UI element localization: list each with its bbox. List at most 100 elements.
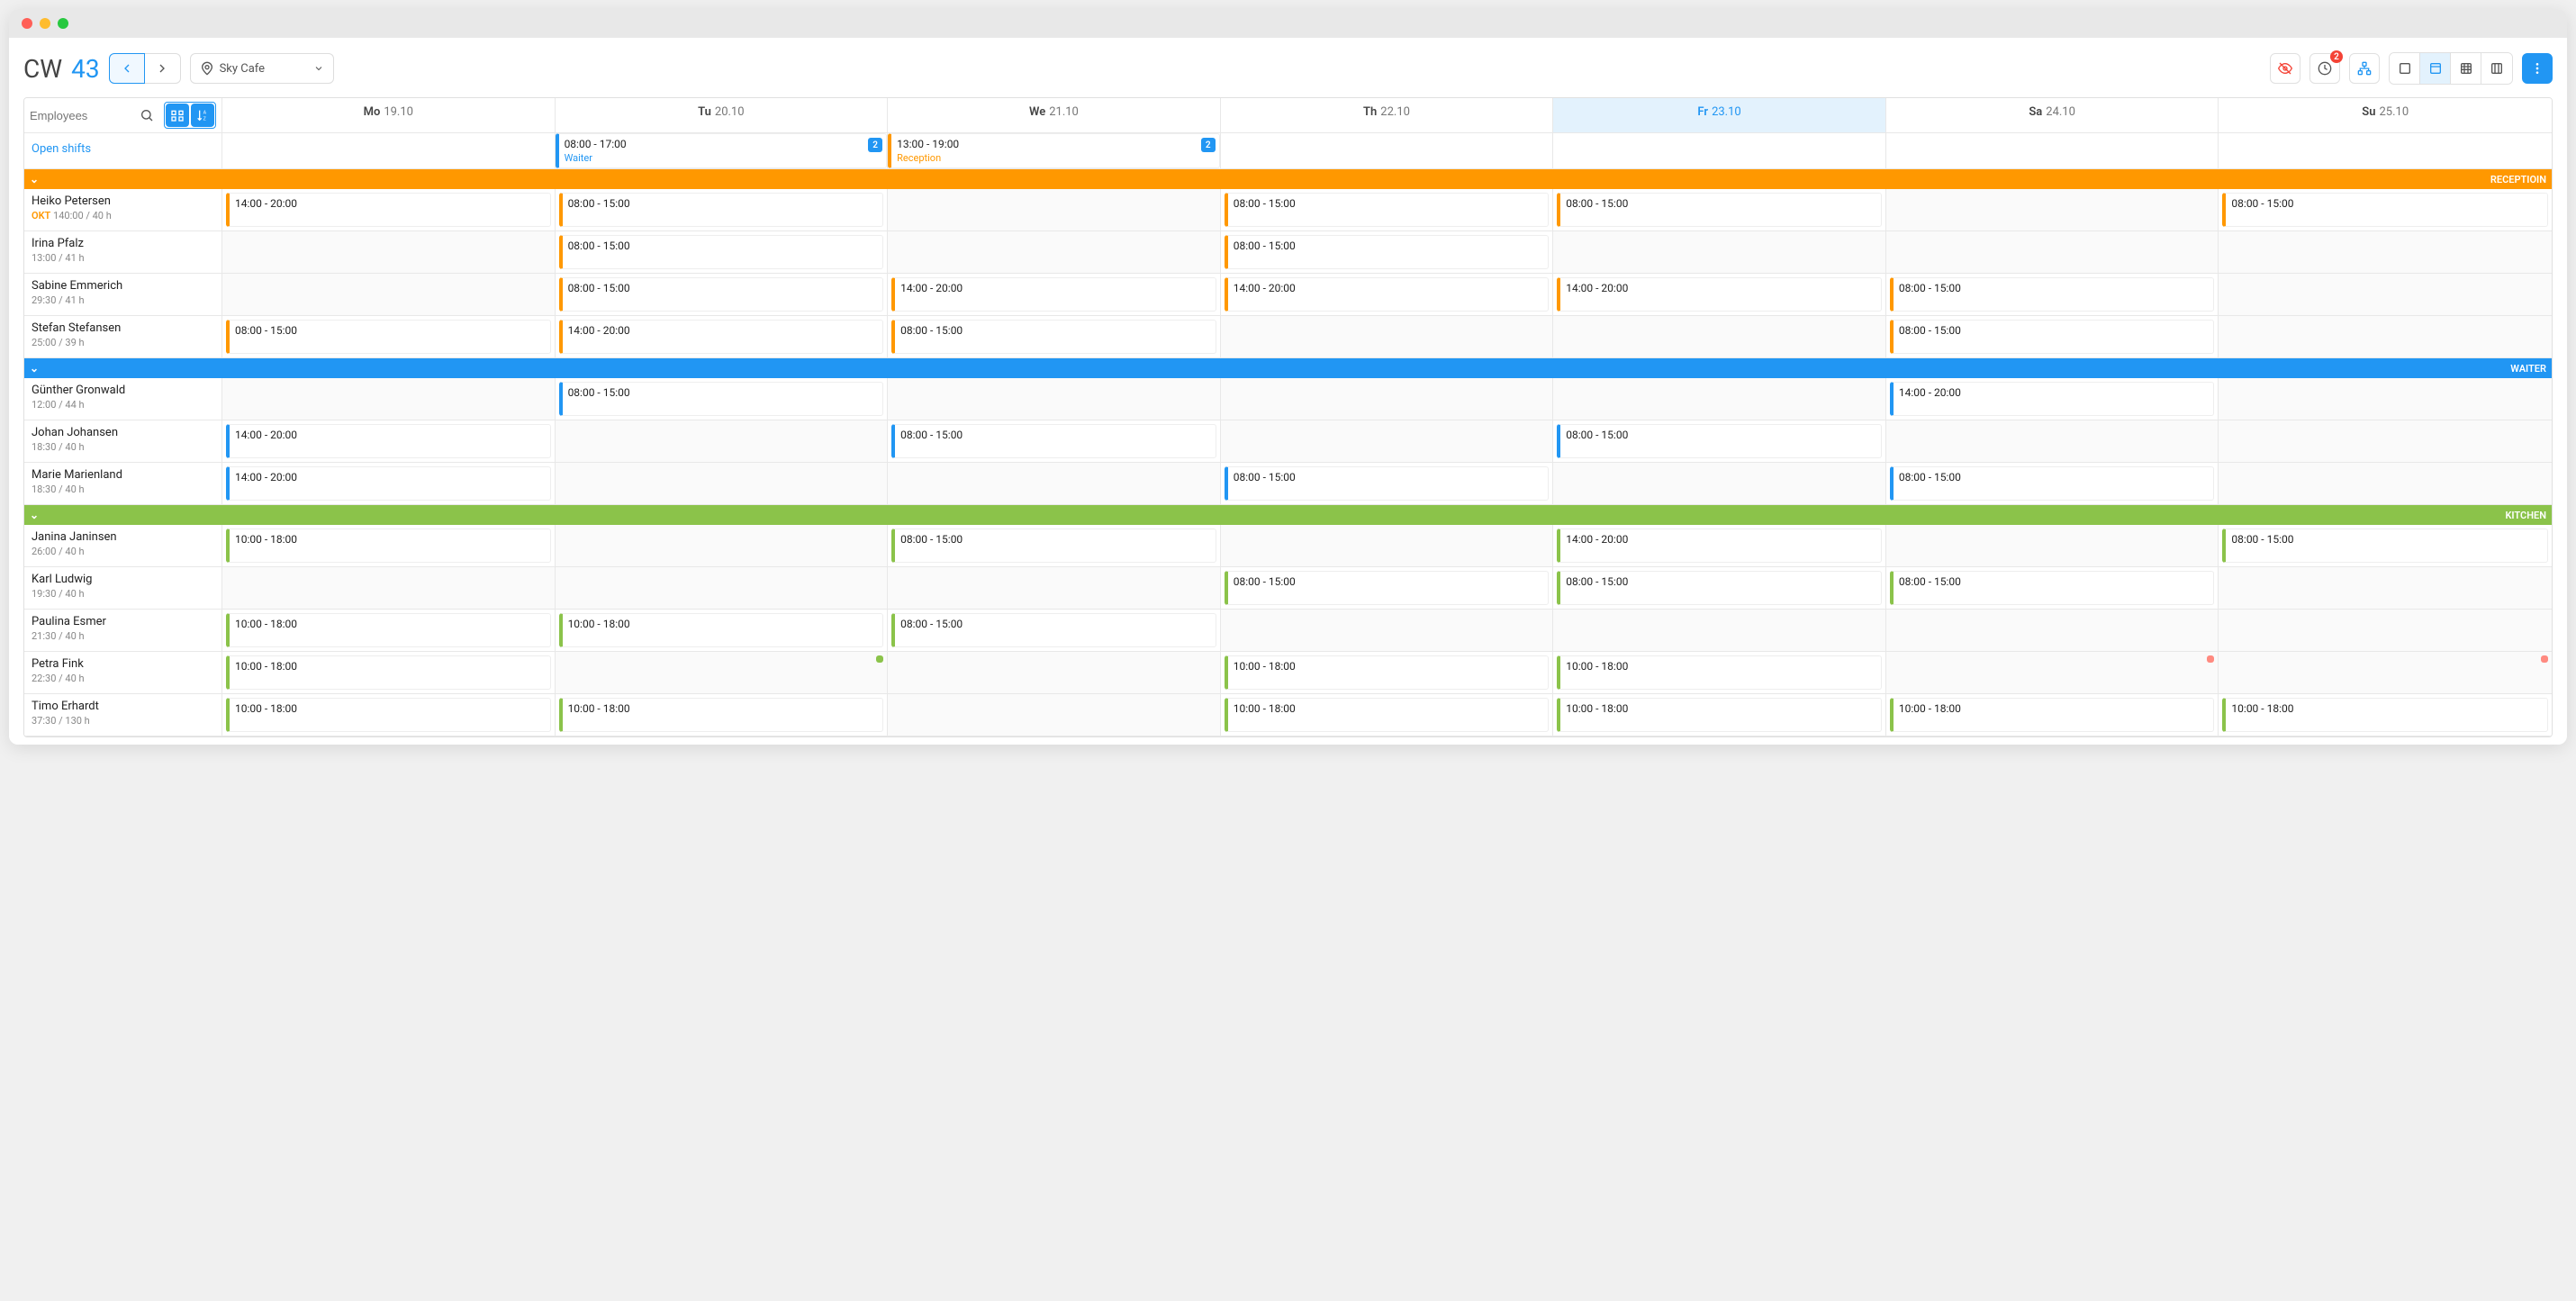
shift-cell[interactable]: 08:00 - 15:00	[888, 316, 1221, 358]
shift-cell[interactable]: 10:00 - 18:00	[222, 694, 556, 736]
shift[interactable]: 14:00 - 20:00	[1557, 529, 1882, 563]
open-shift-cell[interactable]	[222, 133, 556, 169]
employees-search-input[interactable]	[30, 109, 130, 122]
employee-cell[interactable]: Janina Janinsen 26:00 / 40 h	[24, 525, 222, 567]
shift[interactable]: 08:00 - 15:00	[891, 529, 1216, 563]
shift-cell[interactable]: 14:00 - 20:00	[222, 420, 556, 463]
location-dropdown[interactable]: Sky Cafe	[190, 53, 334, 84]
day-header[interactable]: Sa24.10	[1886, 98, 2219, 133]
shift[interactable]: 08:00 - 15:00	[1890, 320, 2215, 354]
shift[interactable]: 08:00 - 15:00	[559, 382, 884, 416]
shift-cell[interactable]: 14:00 - 20:00	[222, 463, 556, 505]
shift[interactable]: 08:00 - 15:00	[1557, 424, 1882, 458]
shift-cell[interactable]: 10:00 - 18:00	[1553, 694, 1886, 736]
shift-cell[interactable]: 08:00 - 15:00	[1886, 316, 2219, 358]
shift-cell[interactable]: 08:00 - 15:00	[2219, 189, 2552, 231]
shift-cell[interactable]: 10:00 - 18:00	[1221, 694, 1554, 736]
open-shift-cell[interactable]: 13:00 - 19:00 Reception 2	[888, 133, 1221, 169]
shift-cell[interactable]: 08:00 - 15:00	[1886, 567, 2219, 610]
shift-cell[interactable]	[1553, 231, 1886, 274]
employee-cell[interactable]: Marie Marienland 18:30 / 40 h	[24, 463, 222, 505]
shift-cell[interactable]	[888, 231, 1221, 274]
shift-cell[interactable]	[1221, 378, 1554, 420]
shift[interactable]: 08:00 - 15:00	[1225, 193, 1550, 227]
org-chart-button[interactable]	[2349, 53, 2380, 84]
shift[interactable]: 10:00 - 18:00	[1557, 698, 1882, 732]
shift[interactable]: 10:00 - 18:00	[559, 613, 884, 647]
open-shift-cell[interactable]: 08:00 - 17:00 Waiter 2	[556, 133, 889, 169]
shift-cell[interactable]	[556, 652, 889, 694]
open-shift-cell[interactable]	[1886, 133, 2219, 169]
group-view-button[interactable]	[166, 104, 189, 127]
shift-cell[interactable]: 10:00 - 18:00	[222, 525, 556, 567]
shift-cell[interactable]: 08:00 - 15:00	[556, 231, 889, 274]
shift-cell[interactable]	[2219, 610, 2552, 652]
shift-cell[interactable]	[1886, 189, 2219, 231]
prev-week-button[interactable]	[109, 53, 145, 84]
shift[interactable]: 08:00 - 15:00	[226, 320, 551, 354]
shift-cell[interactable]: 10:00 - 18:00	[556, 694, 889, 736]
shift-cell[interactable]: 08:00 - 15:00	[888, 525, 1221, 567]
shift-cell[interactable]: 08:00 - 15:00	[888, 420, 1221, 463]
shift-cell[interactable]: 10:00 - 18:00	[556, 610, 889, 652]
shift-cell[interactable]	[2219, 420, 2552, 463]
window-minimize[interactable]	[40, 18, 50, 29]
shift[interactable]: 14:00 - 20:00	[226, 193, 551, 227]
shift-cell[interactable]	[1221, 316, 1554, 358]
view-week-button[interactable]	[2420, 53, 2451, 84]
window-close[interactable]	[22, 18, 32, 29]
shift-cell[interactable]: 08:00 - 15:00	[1221, 463, 1554, 505]
shift-cell[interactable]: 08:00 - 15:00	[888, 610, 1221, 652]
shift-cell[interactable]	[556, 567, 889, 610]
shift-cell[interactable]	[888, 652, 1221, 694]
open-shift-cell[interactable]	[1221, 133, 1554, 169]
shift-cell[interactable]	[1221, 610, 1554, 652]
shift-cell[interactable]: 08:00 - 15:00	[556, 274, 889, 316]
shift[interactable]: 14:00 - 20:00	[891, 277, 1216, 312]
shift[interactable]: 08:00 - 15:00	[891, 613, 1216, 647]
shift-cell[interactable]: 08:00 - 15:00	[2219, 525, 2552, 567]
shift-cell[interactable]	[2219, 652, 2552, 694]
shift[interactable]: 08:00 - 15:00	[891, 424, 1216, 458]
shift-cell[interactable]	[1221, 420, 1554, 463]
shift-cell[interactable]: 14:00 - 20:00	[1553, 525, 1886, 567]
day-header[interactable]: Tu20.10	[556, 98, 889, 133]
shift[interactable]: 08:00 - 15:00	[1557, 571, 1882, 605]
shift[interactable]: 08:00 - 15:00	[559, 235, 884, 269]
shift-cell[interactable]	[1221, 525, 1554, 567]
shift[interactable]: 10:00 - 18:00	[1225, 655, 1550, 690]
shift-cell[interactable]	[222, 378, 556, 420]
shift[interactable]: 10:00 - 18:00	[226, 655, 551, 690]
employee-cell[interactable]: Stefan Stefansen 25:00 / 39 h	[24, 316, 222, 358]
shift-cell[interactable]: 10:00 - 18:00	[2219, 694, 2552, 736]
open-shift[interactable]: 08:00 - 17:00 Waiter 2	[556, 133, 888, 168]
shift-cell[interactable]	[888, 694, 1221, 736]
shift[interactable]: 08:00 - 15:00	[559, 193, 884, 227]
shift[interactable]: 08:00 - 15:00	[1225, 571, 1550, 605]
shift-cell[interactable]	[222, 274, 556, 316]
shift[interactable]: 08:00 - 15:00	[891, 320, 1216, 354]
view-timeline-button[interactable]	[2481, 53, 2512, 84]
shift-cell[interactable]: 10:00 - 18:00	[1886, 694, 2219, 736]
shift-cell[interactable]	[888, 567, 1221, 610]
shift-cell[interactable]	[2219, 463, 2552, 505]
more-menu-button[interactable]	[2522, 53, 2553, 84]
shift-cell[interactable]: 08:00 - 15:00	[1886, 274, 2219, 316]
history-button[interactable]: 2	[2309, 53, 2340, 84]
day-header[interactable]: Fr23.10	[1553, 98, 1886, 133]
group-header[interactable]: ⌄RECEPTIOIN	[24, 169, 2552, 189]
view-day-button[interactable]	[2390, 53, 2420, 84]
open-shift-cell[interactable]	[2219, 133, 2552, 169]
employee-cell[interactable]: Paulina Esmer 21:30 / 40 h	[24, 610, 222, 652]
shift-cell[interactable]	[1886, 420, 2219, 463]
next-week-button[interactable]	[145, 53, 181, 84]
shift-cell[interactable]: 14:00 - 20:00	[1553, 274, 1886, 316]
shift-cell[interactable]: 08:00 - 15:00	[556, 189, 889, 231]
employee-cell[interactable]: Günther Gronwald 12:00 / 44 h	[24, 378, 222, 420]
employee-cell[interactable]: Irina Pfalz 13:00 / 41 h	[24, 231, 222, 274]
window-maximize[interactable]	[58, 18, 68, 29]
group-header[interactable]: ⌄KITCHEN	[24, 505, 2552, 525]
shift-cell[interactable]	[556, 525, 889, 567]
shift[interactable]: 08:00 - 15:00	[2222, 193, 2548, 227]
shift[interactable]: 10:00 - 18:00	[226, 613, 551, 647]
